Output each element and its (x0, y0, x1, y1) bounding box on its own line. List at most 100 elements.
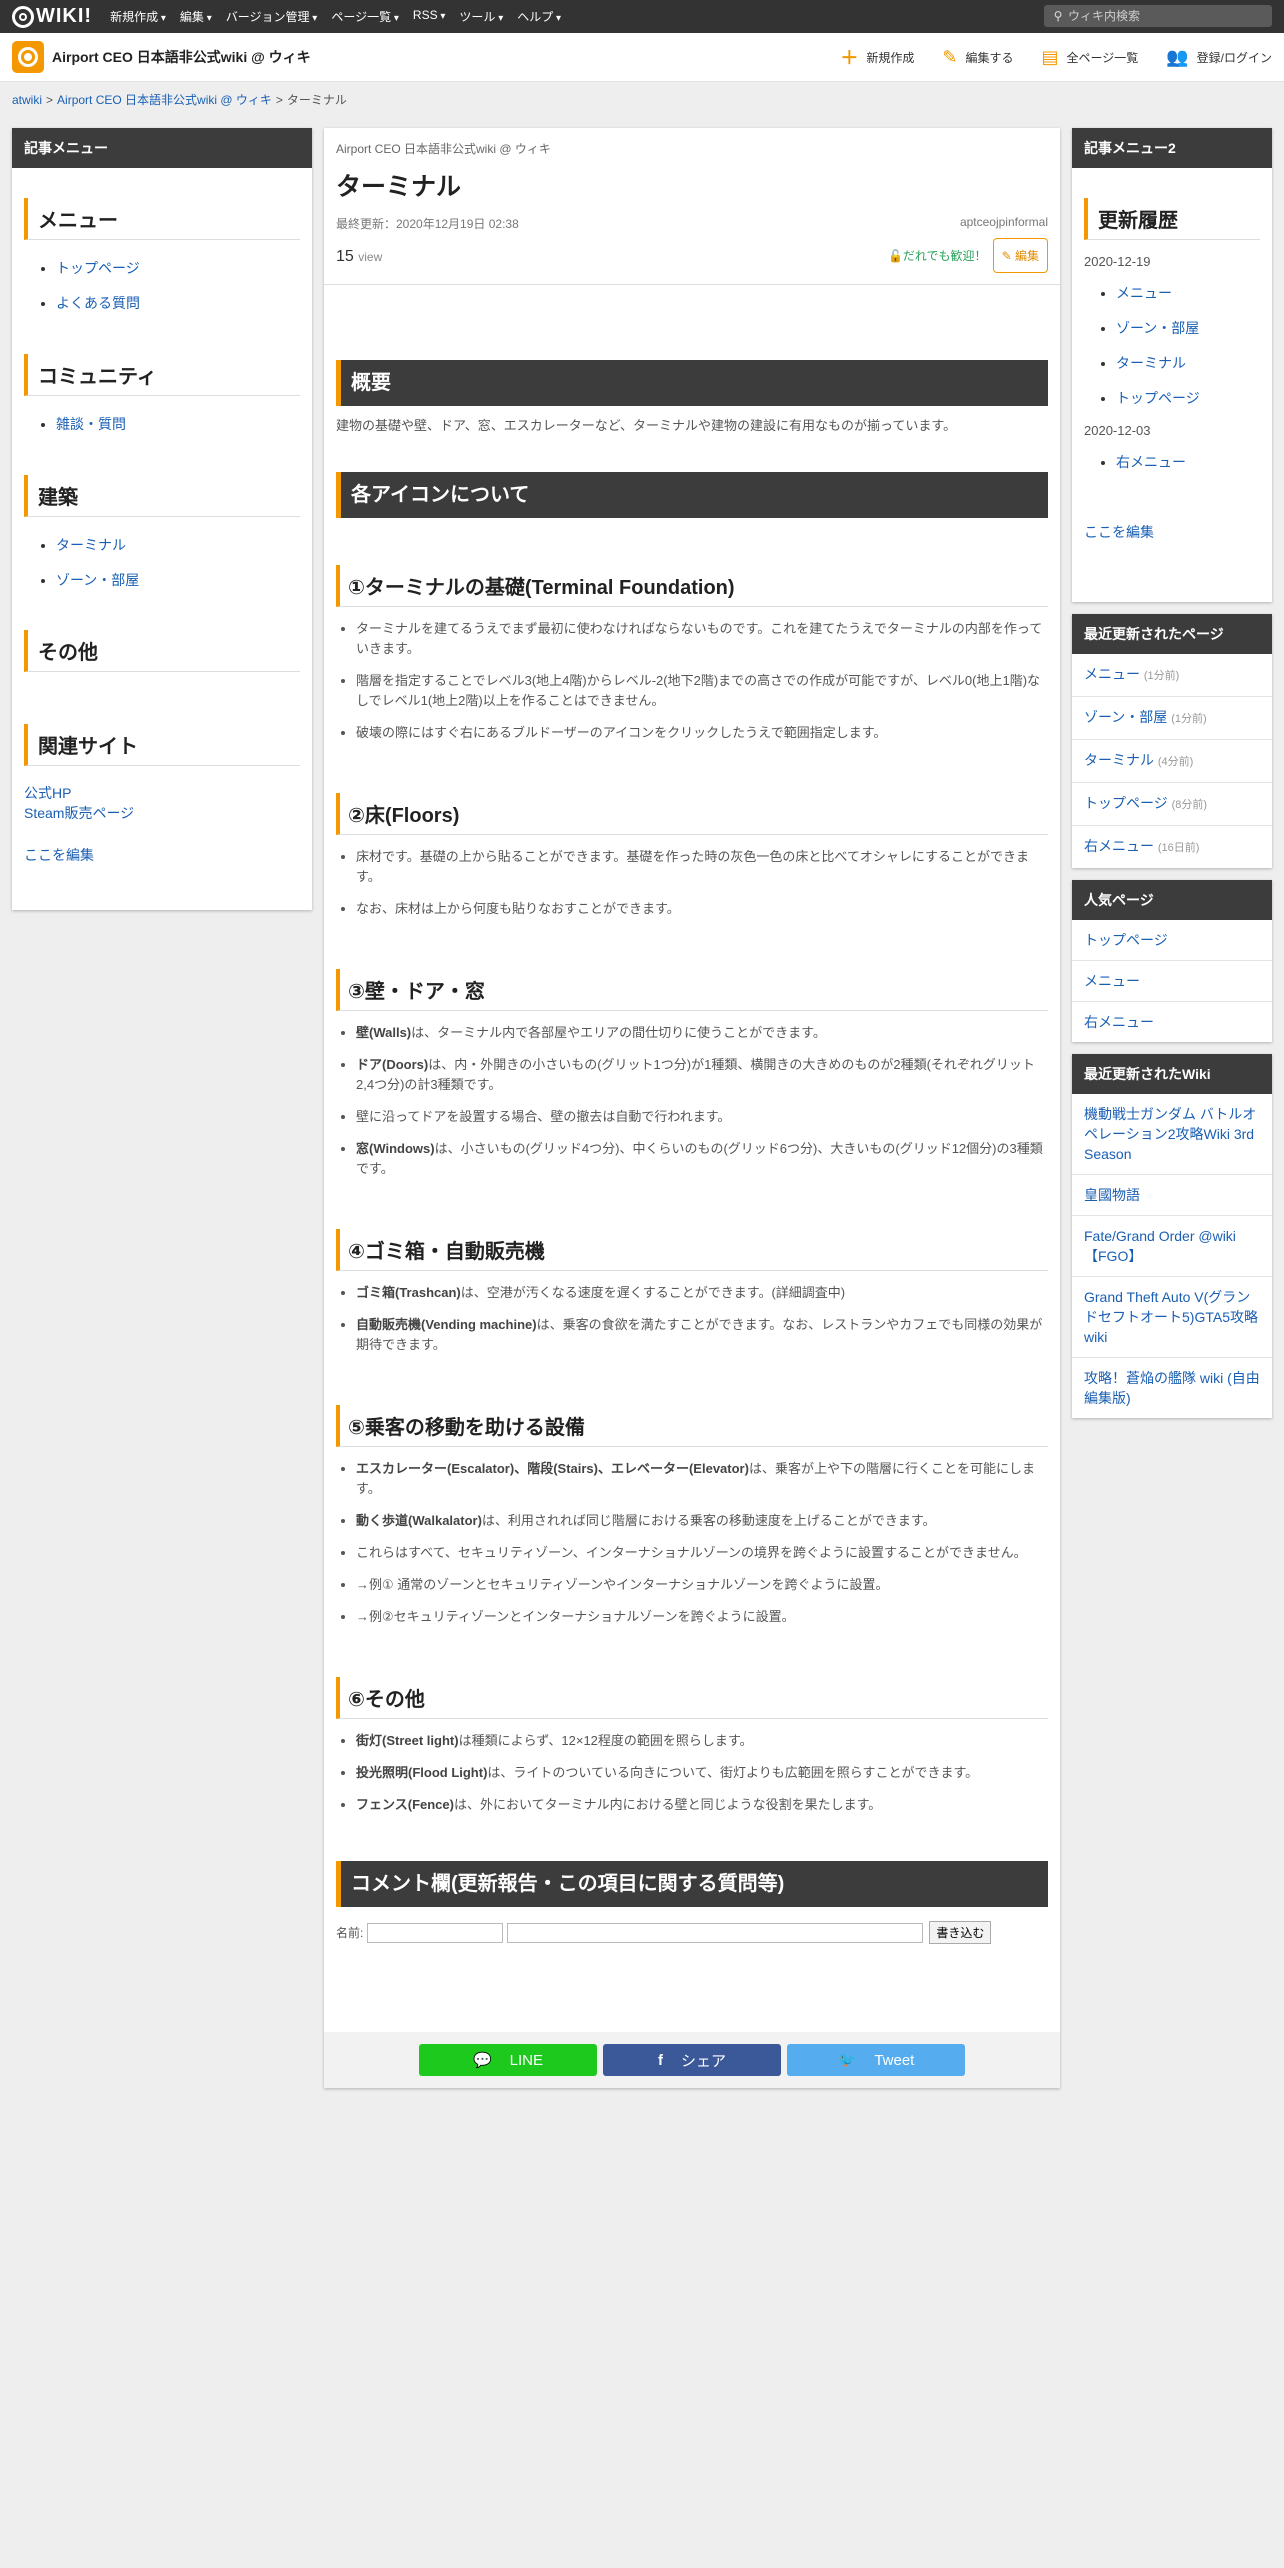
trash-list: ゴミ箱(Trashcan)は、空港が汚くなる速度を遅くすることができます。(詳細… (336, 1283, 1048, 1355)
left-link-chat[interactable]: 雑談・質問 (56, 416, 126, 432)
recent-pages-panel: 最近更新されたページ メニュー (1分前) ゾーン・部屋 (1分前) ターミナル… (1072, 614, 1272, 868)
nav-pages[interactable]: ページ一覧 (331, 8, 399, 25)
right-menu: 記事メニュー2 更新履歴 2020-12-19 メニュー ゾーン・部屋 ターミナ… (1072, 128, 1272, 602)
related-steam-link[interactable]: Steam販売ページ (24, 803, 300, 823)
wiki-link[interactable]: 機動戦士ガンダム バトルオペレーション2攻略Wiki 3rd Season (1084, 1106, 1256, 1162)
left-edit-here-link[interactable]: ここを編集 (24, 845, 300, 865)
term: 投光照明(Flood Light) (356, 1765, 488, 1780)
popular-page-item[interactable]: 右メニュー (1072, 1002, 1272, 1042)
login-label: 登録/ログイン (1196, 50, 1272, 65)
recent-page-link[interactable]: メニュー (1084, 666, 1140, 682)
foundation-list: ターミナルを建てるうえでまず最初に使わなければならないものです。これを建てたうえ… (336, 619, 1048, 743)
search-icon[interactable]: ⚲ (1050, 9, 1066, 23)
history-link[interactable]: ターミナル (1116, 355, 1186, 371)
comment-submit-button[interactable]: 書き込む (929, 1921, 992, 1944)
nav-version[interactable]: バージョン管理 (226, 8, 318, 25)
wiki-link[interactable]: 皇國物語 (1084, 1187, 1140, 1203)
site-title[interactable]: Airport CEO 日本語非公式wiki @ ウィキ (52, 47, 311, 67)
popular-page-link[interactable]: メニュー (1084, 973, 1140, 989)
wiki-item[interactable]: Fate/Grand Order @wiki 【FGO】 (1072, 1216, 1272, 1277)
history-link[interactable]: トップページ (1116, 390, 1200, 406)
view-number: 15 (336, 248, 354, 265)
twitter-share-button[interactable]: 🐦 Tweet (787, 2044, 965, 2076)
left-section-menu: メニュー トップページ よくある質問 (24, 198, 300, 313)
right-edit-here-link[interactable]: ここを編集 (1084, 522, 1260, 542)
history-link[interactable]: 右メニュー (1116, 454, 1186, 470)
list-item: 階層を指定することでレベル3(地上4階)からレベル-2(地下2階)までの高さでの… (356, 671, 1048, 711)
recent-page-item[interactable]: ゾーン・部屋 (1分前) (1072, 697, 1272, 740)
wiki-link[interactable]: Fate/Grand Order @wiki 【FGO】 (1084, 1228, 1236, 1264)
popular-page-link[interactable]: トップページ (1084, 932, 1168, 948)
wiki-link[interactable]: Grand Theft Auto V(グランドセフトオート5)GTA5攻略wik… (1084, 1289, 1258, 1345)
atwiki-logo[interactable]: WIKI! (12, 5, 92, 28)
edit-button[interactable]: ✎ 編集 (992, 238, 1048, 273)
users-icon: 👥 (1166, 46, 1189, 67)
nav-new[interactable]: 新規作成 (110, 8, 166, 25)
desc: は、利用されれば同じ階層における乗客の移動速度を上げることができます。 (481, 1513, 936, 1528)
line-share-button[interactable]: 💬 LINE (419, 2044, 597, 2076)
section-title: その他 (24, 630, 300, 672)
left-section-related: 関連サイト (24, 724, 300, 766)
wiki-item[interactable]: 機動戦士ガンダム バトルオペレーション2攻略Wiki 3rd Season (1072, 1094, 1272, 1175)
popular-page-link[interactable]: 右メニュー (1084, 1014, 1154, 1030)
history-link[interactable]: ゾーン・部屋 (1116, 320, 1199, 336)
breadcrumb-current: ターミナル (286, 93, 347, 107)
all-pages-button[interactable]: ▤ 全ページ一覧 (1041, 47, 1138, 68)
recent-page-link[interactable]: トップページ (1084, 795, 1168, 811)
view-unit: view (358, 250, 383, 264)
new-page-label: 新規作成 (866, 50, 915, 65)
facebook-share-button[interactable]: f シェア (603, 2044, 781, 2076)
list-item: 破壊の際にはすぐ右にあるブルドーザーのアイコンをクリックしたうえで範囲指定します… (356, 723, 1048, 743)
nav-edit[interactable]: 編集 (180, 8, 212, 25)
nav-tools[interactable]: ツール (459, 8, 503, 25)
breadcrumb-site[interactable]: Airport CEO 日本語非公式wiki @ ウィキ (57, 93, 272, 107)
list-item: →例① 通常のゾーンとセキュリティゾーンやインターナショナルゾーンを跨ぐように設… (356, 1575, 1048, 1595)
left-link-terminal[interactable]: ターミナル (56, 537, 126, 553)
history-link[interactable]: メニュー (1116, 285, 1172, 301)
edit-area: 🔓だれでも歓迎！ ✎ 編集 (888, 238, 1048, 273)
desc: は、外においてターミナル内における壁と同じような役割を果たします。 (453, 1797, 882, 1812)
search-input[interactable] (1066, 8, 1260, 24)
author-name[interactable]: aptceojpinformal (960, 215, 1048, 229)
comment-name-label: 名前: (336, 1926, 364, 1940)
recent-page-link[interactable]: ゾーン・部屋 (1084, 709, 1167, 725)
site-logo-icon[interactable] (12, 41, 44, 73)
popular-page-item[interactable]: トップページ (1072, 920, 1272, 961)
nav-help[interactable]: ヘルプ (517, 8, 561, 25)
related-official-link[interactable]: 公式HP (24, 783, 300, 803)
last-updated: 最終更新：2020年12月19日 02:38 (336, 217, 519, 231)
recent-page-link[interactable]: ターミナル (1084, 752, 1154, 768)
recent-page-item[interactable]: 右メニュー (16日前) (1072, 826, 1272, 868)
new-page-button[interactable]: ＋ 新規作成 (840, 44, 914, 70)
recent-page-link[interactable]: 右メニュー (1084, 838, 1154, 854)
left-link-zone[interactable]: ゾーン・部屋 (56, 572, 139, 588)
term: ドア(Doors) (356, 1057, 429, 1072)
header-actions: ＋ 新規作成 ✎ 編集する ▤ 全ページ一覧 👥 登録/ログイン (812, 33, 1272, 81)
list-item: 自動販売機(Vending machine)は、乗客の食欲を満たすことができます… (356, 1315, 1048, 1355)
left-link-faq[interactable]: よくある質問 (56, 295, 140, 311)
nav-rss[interactable]: RSS (413, 8, 446, 25)
section-title: 建築 (24, 475, 300, 517)
wiki-item[interactable]: 攻略！蒼焔の艦隊 wiki (自由編集版) (1072, 1358, 1272, 1418)
list-item: これらはすべて、セキュリティゾーン、インターナショナルゾーンの境界を跨ぐように設… (356, 1543, 1048, 1563)
heading-other: ⑥その他 (336, 1677, 1048, 1719)
other-list: 街灯(Street light)は種類によらず、12×12程度の範囲を照らします… (336, 1731, 1048, 1815)
edit-page-button[interactable]: ✎ 編集する (942, 47, 1013, 68)
wiki-item[interactable]: 皇國物語 (1072, 1175, 1272, 1216)
recent-page-item[interactable]: トップページ (8分前) (1072, 783, 1272, 826)
recent-page-item[interactable]: ターミナル (4分前) (1072, 740, 1272, 783)
term: 壁(Walls) (356, 1025, 412, 1040)
breadcrumb-atwiki[interactable]: atwiki (12, 93, 42, 107)
line-label: LINE (509, 2051, 544, 2069)
comment-text-input[interactable] (507, 1922, 924, 1943)
wiki-item[interactable]: Grand Theft Auto V(グランドセフトオート5)GTA5攻略wik… (1072, 1277, 1272, 1358)
breadcrumb-sep: > (46, 93, 54, 107)
history-date: 2020-12-03 (1084, 423, 1151, 438)
recent-page-item[interactable]: メニュー (1分前) (1072, 654, 1272, 697)
wiki-link[interactable]: 攻略！蒼焔の艦隊 wiki (自由編集版) (1084, 1370, 1260, 1406)
login-button[interactable]: 👥 登録/ログイン (1166, 47, 1272, 68)
popular-page-item[interactable]: メニュー (1072, 961, 1272, 1002)
left-link-top[interactable]: トップページ (56, 260, 140, 276)
comment-name-input[interactable] (367, 1922, 504, 1943)
heading-foundation: ①ターミナルの基礎(Terminal Foundation) (336, 565, 1048, 607)
